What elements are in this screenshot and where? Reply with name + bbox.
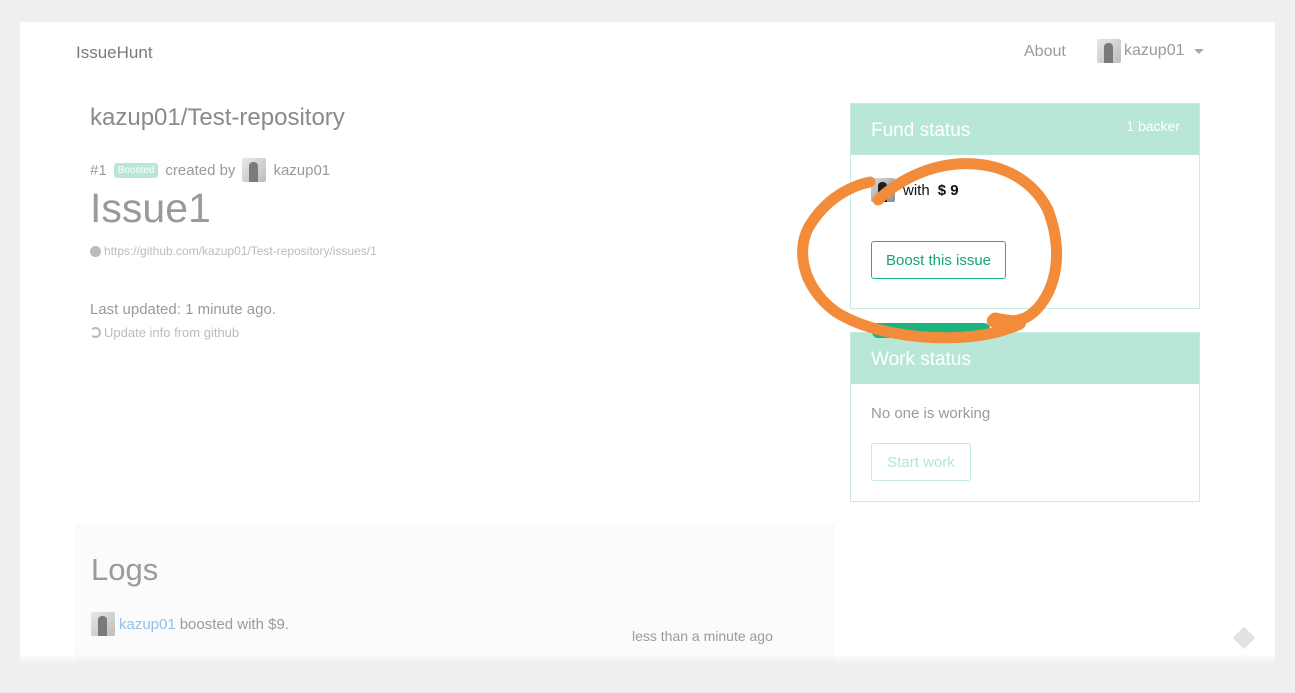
- work-status-text: No one is working: [871, 405, 991, 422]
- page: IssueHunt About kazup01 kazup01/Test-rep…: [20, 22, 1275, 665]
- backer-entry: with $ 9: [871, 178, 959, 202]
- backer-with-label: with: [903, 181, 930, 199]
- backer-avatar[interactable]: [871, 178, 895, 202]
- log-timestamp: less than a minute ago: [632, 628, 773, 644]
- created-by-label: created by: [165, 161, 236, 179]
- work-status-title: Work status: [871, 349, 971, 370]
- issue-number: #1: [90, 161, 107, 179]
- log-action: boosted with $9.: [179, 615, 289, 633]
- update-link-label: Update info from github: [104, 325, 240, 340]
- last-updated: Last updated: 1 minute ago.: [90, 301, 276, 318]
- backer-amount: $ 9: [937, 181, 959, 199]
- author-name[interactable]: kazup01: [273, 162, 330, 179]
- boost-issue-button[interactable]: Boost this issue: [871, 241, 1006, 279]
- logs-title: Logs: [91, 552, 159, 587]
- log-user-link[interactable]: kazup01: [119, 616, 176, 633]
- fund-status-title: Fund status: [871, 120, 971, 141]
- user-menu-name: kazup01: [1124, 42, 1185, 59]
- logs-section: Logs kazup01 boosted with $9. less than …: [75, 524, 835, 665]
- backer-count: 1 backer: [1126, 118, 1180, 134]
- brand-logo[interactable]: IssueHunt: [76, 43, 153, 63]
- fund-status-card: Fund status 1 backer with $ 9 Boost this…: [850, 103, 1200, 309]
- github-icon: [90, 245, 101, 257]
- log-user-avatar: [91, 612, 115, 636]
- refresh-icon: [90, 327, 101, 338]
- github-url: https://github.com/kazup01/Test-reposito…: [104, 244, 377, 258]
- author-avatar: [242, 158, 267, 182]
- work-status-card: Work status No one is working Start work: [850, 332, 1200, 502]
- user-menu[interactable]: kazup01: [1097, 39, 1204, 63]
- update-from-github-link[interactable]: Update info from github: [90, 325, 239, 340]
- github-link[interactable]: https://github.com/kazup01/Test-reposito…: [90, 244, 377, 258]
- issue-title: Issue1: [90, 185, 211, 231]
- fund-status-header: Fund status 1 backer: [851, 104, 1199, 155]
- bottom-fade: [20, 654, 1275, 665]
- caret-down-icon: [1193, 48, 1204, 54]
- repo-name[interactable]: kazup01/Test-repository: [90, 104, 345, 132]
- status-badge: Boosted: [113, 162, 159, 178]
- start-work-button[interactable]: Start work: [871, 443, 971, 481]
- nav-about-link[interactable]: About: [1024, 43, 1066, 61]
- issue-meta: #1 Boosted created by kazup01: [90, 158, 330, 182]
- list-item: kazup01 boosted with $9.: [91, 612, 289, 636]
- work-status-header: Work status: [851, 333, 1199, 384]
- user-avatar: [1097, 39, 1121, 63]
